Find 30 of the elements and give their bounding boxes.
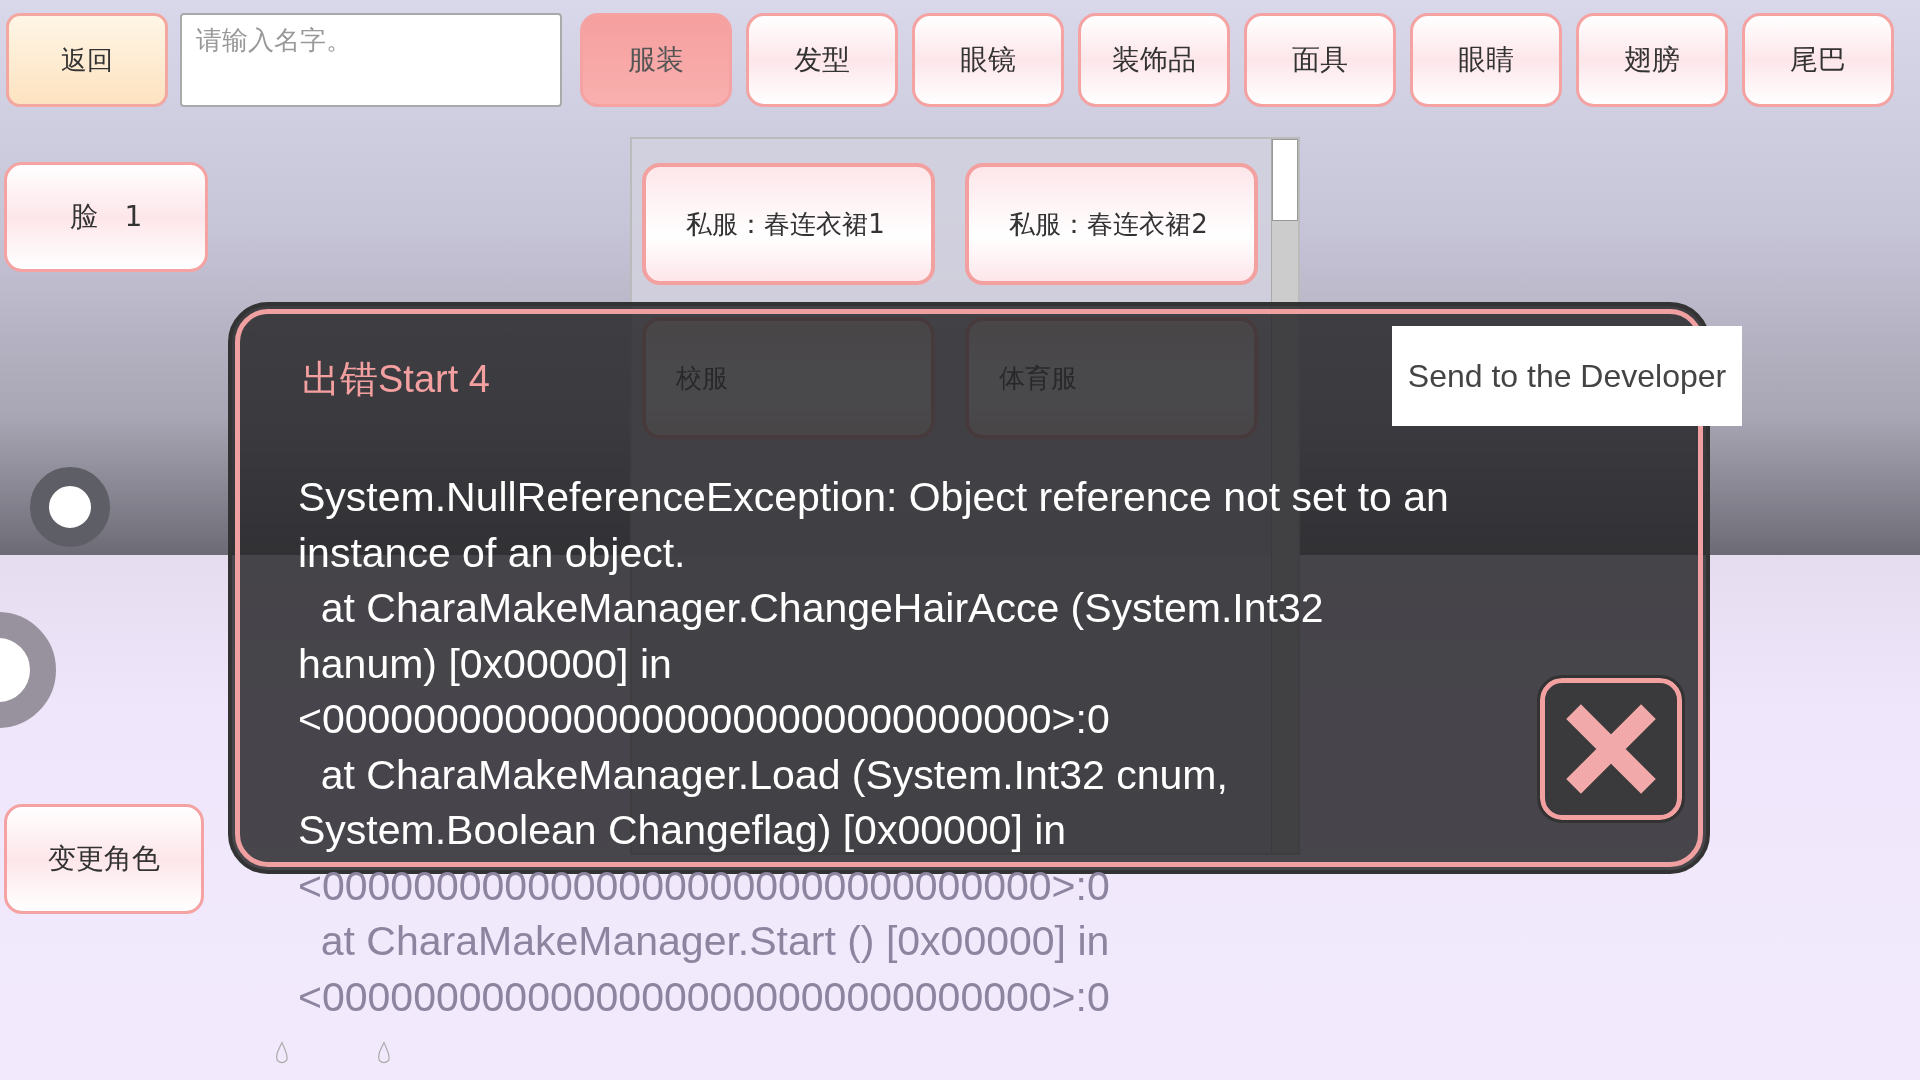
outfit-item[interactable]: 私服：春连衣裙1 (642, 163, 935, 285)
back-button[interactable]: 返回 (6, 13, 168, 107)
error-message-line: <00000000000000000000000000000000>:0 (298, 861, 1110, 911)
category-tab[interactable]: 装饰品 (1078, 13, 1230, 107)
category-tab[interactable]: 发型 (746, 13, 898, 107)
send-to-developer-button[interactable]: Send to the Developer (1392, 326, 1742, 426)
name-input-field[interactable]: 请输入名字。 (180, 13, 562, 107)
outfit-item[interactable]: 私服：春连衣裙2 (965, 163, 1258, 285)
close-button[interactable] (1540, 678, 1682, 820)
category-tab[interactable]: 服装 (580, 13, 732, 107)
category-tab[interactable]: 面具 (1244, 13, 1396, 107)
error-message-line: System.Boolean Changeflag) [0x00000] in (298, 806, 1067, 855)
error-message-line: hanum) [0x00000] in (298, 639, 672, 689)
error-message-line: <00000000000000000000000000000000>:0 (298, 972, 1110, 1022)
error-message-line: <00000000000000000000000000000000>:0 (298, 695, 1110, 744)
face-button[interactable]: 脸 1 (4, 162, 208, 272)
category-tab[interactable]: 尾巴 (1742, 13, 1894, 107)
error-message-line: at CharaMakeManager.ChangeHairAcce (System.Int32 (319, 584, 1324, 633)
change-character-button[interactable]: 变更角色 (4, 804, 204, 914)
category-tab[interactable]: 眼镜 (912, 13, 1064, 107)
category-tab[interactable]: 翅膀 (1576, 13, 1728, 107)
droplet-icon (376, 1040, 392, 1066)
category-tab[interactable]: 眼睛 (1410, 13, 1562, 107)
droplet-icon (274, 1040, 290, 1066)
error-title: 出错Start 4 (302, 357, 490, 402)
scrollbar-thumb[interactable] (1272, 139, 1298, 221)
error-message-line: at CharaMakeManager.Load (System.Int32 cnum, (319, 750, 1228, 800)
error-message-line: instance of an object. (298, 528, 686, 578)
error-message-line: System.NullReferenceException: Object reference not set to an (298, 473, 1449, 522)
error-message-line: at CharaMakeManager.Start () [0x00000] in (319, 917, 1110, 966)
